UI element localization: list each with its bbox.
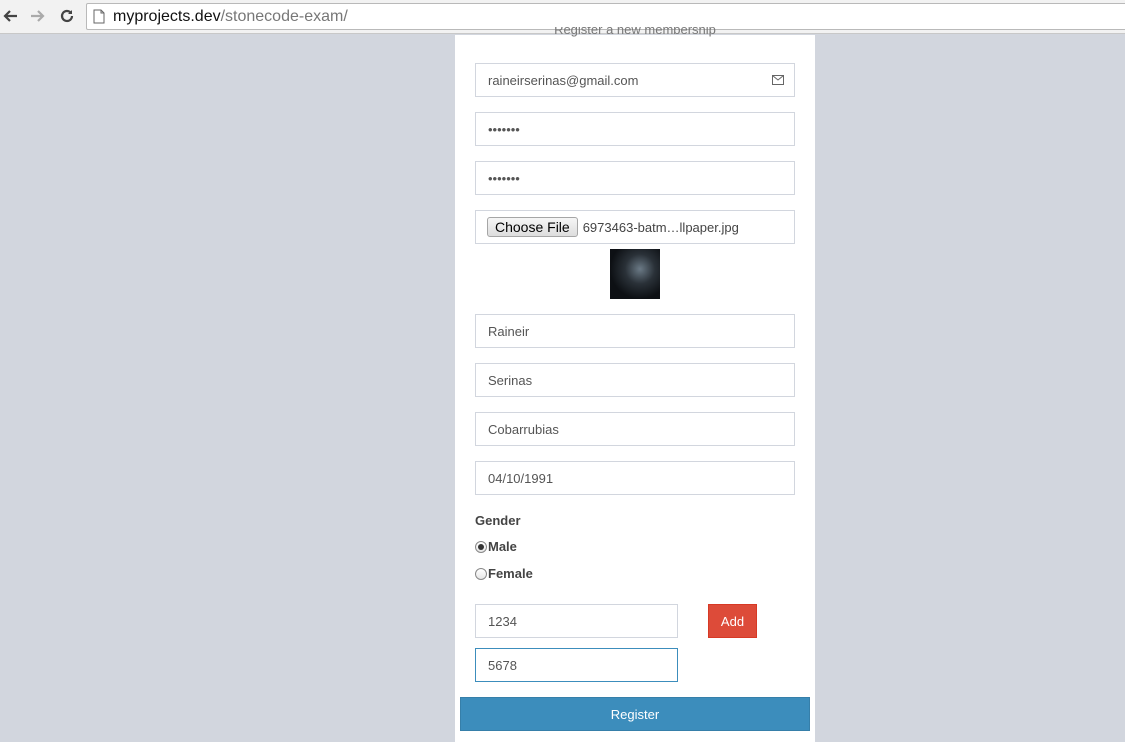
first-name-field[interactable]: Raineir	[475, 314, 795, 348]
first-name-value: Raineir	[488, 323, 530, 339]
middle-name-value: Cobarrubias	[488, 421, 559, 437]
avatar-file-input: Choose File 6973463-batm…llpaper.jpg	[475, 210, 795, 244]
radio-checked-icon[interactable]	[475, 540, 487, 553]
phone-2-value: 5678	[488, 657, 517, 673]
avatar-preview-image	[610, 249, 660, 299]
phone-field-1[interactable]: 1234	[475, 604, 678, 638]
register-subtitle: Register a new membership	[554, 27, 716, 37]
email-field[interactable]: raineirserinas@gmail.com	[475, 63, 795, 97]
file-name: 6973463-batm…llpaper.jpg	[582, 219, 739, 235]
add-phone-button[interactable]: Add	[708, 604, 757, 638]
page-icon	[93, 9, 105, 24]
password-field[interactable]: •••••••	[475, 112, 795, 146]
reload-icon[interactable]	[56, 5, 78, 27]
password-confirm-field[interactable]: •••••••	[475, 161, 795, 195]
email-value: raineirserinas@gmail.com	[488, 72, 639, 88]
password-value: •••••••	[488, 121, 520, 137]
gender-option-female[interactable]: Female	[475, 566, 533, 581]
middle-name-field[interactable]: Cobarrubias	[475, 412, 795, 446]
register-button[interactable]: Register	[460, 697, 810, 731]
gender-option-label: Male	[488, 539, 517, 554]
birthdate-value: 04/10/1991	[488, 470, 554, 486]
gender-label: Gender	[475, 513, 521, 528]
forward-icon[interactable]	[26, 5, 48, 27]
gender-option-male[interactable]: Male	[475, 539, 517, 554]
password-confirm-value: •••••••	[488, 170, 520, 186]
phone-field-2[interactable]: 5678	[475, 648, 678, 682]
last-name-value: Serinas	[488, 372, 533, 388]
envelope-icon	[772, 75, 784, 85]
birthdate-field[interactable]: 04/10/1991	[475, 461, 795, 495]
url-host: myprojects.dev	[113, 7, 221, 25]
radio-unchecked-icon[interactable]	[475, 567, 487, 580]
address-bar[interactable]: myprojects.dev/stonecode-exam/	[86, 3, 1125, 30]
phone-1-value: 1234	[488, 613, 517, 629]
register-box: Register a new membership raineirserinas…	[455, 27, 815, 742]
last-name-field[interactable]: Serinas	[475, 363, 795, 397]
back-icon[interactable]	[0, 5, 22, 27]
url-path: /stonecode-exam/	[220, 7, 348, 25]
choose-file-button[interactable]: Choose File	[487, 217, 578, 237]
gender-option-label: Female	[488, 566, 533, 581]
